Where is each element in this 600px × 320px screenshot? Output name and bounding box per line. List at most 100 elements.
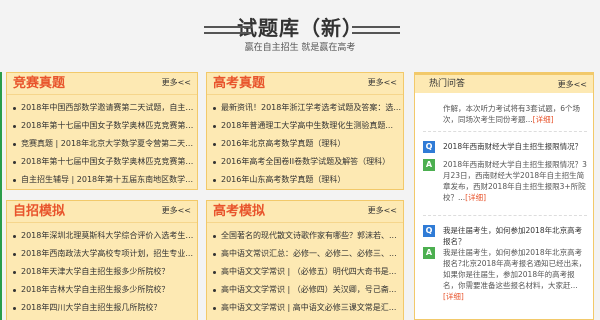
- panel-header: 热门问答 更多<<: [415, 75, 593, 93]
- more-link[interactable]: 更多<<: [368, 78, 397, 88]
- answer-body: 我是往届考生，如何参加2018年北京高考报名?北京2018年高考报名通知已经出来…: [443, 248, 587, 290]
- list-item[interactable]: 2018年西南政法大学高校专项计划，招生专业...: [7, 245, 197, 263]
- qa-answer: 作解，本次听力考试将有3套试题，6个场次，同场次考生同份考题...[详细]: [423, 103, 587, 125]
- article-list: 全国著名的现代散文诗歌作家有哪些？郭沫若、... 高中语文常识汇总：必修一、必修…: [207, 227, 403, 317]
- panel-title: 高考模拟: [213, 204, 266, 219]
- question-icon: Q: [423, 225, 435, 237]
- list-item-label: 2018年第十七届中国女子数学奥林匹克竞赛第二...: [21, 157, 197, 166]
- list-item-label: 2018年深圳北理莫斯科大学综合评价入选考生名...: [21, 231, 197, 240]
- list-item[interactable]: 2018年深圳北理莫斯科大学综合评价入选考生名...: [7, 227, 197, 245]
- list-item[interactable]: 2018年第十七届中国女子数学奥林匹克竞赛第二...: [7, 153, 197, 171]
- bullet-icon: [213, 125, 216, 128]
- bullet-icon: [13, 289, 16, 292]
- list-item[interactable]: 高中语文文学常识 | （必修五）明代四大奇书是...: [207, 263, 403, 281]
- panel-header: 自招模拟 更多<<: [7, 201, 197, 223]
- list-item-label: 2018年西南政法大学高校专项计划，招生专业...: [21, 249, 193, 258]
- question-text: 我是往届考生，如何参加2018年北京高考报名？: [443, 226, 583, 246]
- page-header: 试题库（新） 赢在自主招生 就是赢在高考: [0, 0, 600, 62]
- list-item-label: 2016年山东高考数学真题（理科）: [221, 175, 346, 184]
- list-item[interactable]: 2016年高考全国卷II卷数学试题及解答（理科）: [207, 153, 403, 171]
- bullet-icon: [13, 107, 16, 110]
- list-item-label: 2016年高考全国卷II卷数学试题及解答（理科）: [221, 157, 391, 166]
- list-item-label: 高中语文文学常识 | （必修五）明代四大奇书是...: [221, 267, 397, 276]
- list-item-label: 竞赛真题 | 2018年北京大学数学夏令营第二天测...: [21, 139, 197, 148]
- list-item-label: 自主招生辅导 | 2018年第十五届东南地区数学奥...: [21, 175, 197, 184]
- bullet-icon: [13, 253, 16, 256]
- list-item-label: 高中语文文学常识 | （必修四）关汉卿，号己斋...: [221, 285, 397, 294]
- list-item-label: 2018年天津大学自主招生报多少所院校？: [21, 267, 170, 276]
- list-item-label: 2018年中国西部数学邀请赛第二天试题，自主招...: [21, 103, 197, 112]
- list-item-label: 全国著名的现代散文诗歌作家有哪些？郭沫若、...: [221, 231, 397, 240]
- list-item[interactable]: 竞赛真题 | 2018年北京大学数学夏令营第二天测...: [7, 135, 197, 153]
- answer-body: 作解，本次听力考试将有3套试题，6个场次，同场次考生同份考题...: [443, 104, 581, 124]
- bullet-icon: [213, 143, 216, 146]
- list-item-label: 高中语文文学常识 | 高中语文必修三课文常是汇...: [221, 303, 397, 312]
- left-accent-bar: [0, 72, 2, 320]
- bullet-icon: [213, 235, 216, 238]
- detail-link[interactable]: [详细]: [443, 292, 464, 301]
- list-item[interactable]: 2018年吉林大学自主招生报多少所院校？: [7, 281, 197, 299]
- answer-icon: A: [423, 159, 435, 171]
- bullet-icon: [213, 271, 216, 274]
- bullet-icon: [213, 179, 216, 182]
- list-item[interactable]: 自主招生辅导 | 2018年第十五届东南地区数学奥...: [7, 171, 197, 189]
- page-title: 试题库（新）: [237, 16, 363, 40]
- more-link[interactable]: 更多<<: [162, 206, 191, 216]
- bullet-icon: [13, 307, 16, 310]
- answer-text: 2018年西南财经大学自主招生报限情况？3月23日，西南财经大学2018年自主招…: [423, 159, 587, 203]
- panel-competition: 竞赛真题 更多<< 2018年中国西部数学邀请赛第二天试题，自主招... 201…: [6, 72, 198, 190]
- list-item-label: 2018年四川大学自主招生报几所院校？: [21, 303, 162, 312]
- title-decoration-left: [204, 26, 252, 34]
- answer-icon: A: [423, 247, 435, 259]
- list-item[interactable]: 2016年山东高考数学真题（理科）: [207, 171, 403, 189]
- more-link[interactable]: 更多<<: [162, 78, 191, 88]
- list-item[interactable]: 全国著名的现代散文诗歌作家有哪些？郭沫若、...: [207, 227, 403, 245]
- list-item-label: 2018年普通理工大学高中生数理化生测验真题...: [221, 121, 393, 130]
- bullet-icon: [13, 271, 16, 274]
- bullet-icon: [13, 179, 16, 182]
- detail-link[interactable]: [详细]: [465, 193, 486, 202]
- panel-header: 高考真题 更多<<: [207, 73, 403, 95]
- list-item-label: 高中语文常识汇总：必修一、必修二、必修三、...: [221, 249, 397, 258]
- list-item[interactable]: 2018年第十七届中国女子数学奥林匹克竞赛第一...: [7, 117, 197, 135]
- list-item-label: 2016年北京高考数学真题（理科）: [221, 139, 346, 148]
- title-wrap: 试题库（新）: [0, 16, 600, 40]
- article-list: 2018年中国西部数学邀请赛第二天试题，自主招... 2018年第十七届中国女子…: [7, 99, 197, 189]
- panel-title: 高考真题: [213, 76, 266, 91]
- list-item[interactable]: 2016年北京高考数学真题（理科）: [207, 135, 403, 153]
- qa-answer: A 我是往届考生，如何参加2018年北京高考报名?北京2018年高考报名通知已经…: [423, 247, 587, 302]
- divider: [423, 131, 587, 132]
- qa-answer: A 2018年西南财经大学自主招生报限情况？3月23日，西南财经大学2018年自…: [423, 159, 587, 203]
- list-item[interactable]: 2018年四川大学自主招生报几所院校？: [7, 299, 197, 317]
- more-link[interactable]: 更多<<: [558, 80, 587, 90]
- answer-text: 作解，本次听力考试将有3套试题，6个场次，同场次考生同份考题...[详细]: [423, 103, 587, 125]
- article-list: 最新资讯！2018年浙江学考选考试题及答案：选... 2018年普通理工大学高中…: [207, 99, 403, 189]
- bullet-icon: [213, 289, 216, 292]
- panel-header: 高考模拟 更多<<: [207, 201, 403, 223]
- divider: [423, 215, 587, 216]
- bullet-icon: [13, 125, 16, 128]
- more-link[interactable]: 更多<<: [368, 206, 397, 216]
- panel-title: 竞赛真题: [13, 76, 66, 91]
- page-subtitle: 赢在自主招生 就是赢在高考: [244, 43, 356, 53]
- list-item[interactable]: 2018年天津大学自主招生报多少所院校？: [7, 263, 197, 281]
- qa-question[interactable]: Q 我是往届考生，如何参加2018年北京高考报名？: [423, 225, 587, 247]
- bullet-icon: [13, 235, 16, 238]
- panel-title: 热门问答: [429, 79, 466, 89]
- title-decoration-right: [352, 26, 400, 34]
- question-icon: Q: [423, 141, 435, 153]
- list-item[interactable]: 最新资讯！2018年浙江学考选考试题及答案：选...: [207, 99, 403, 117]
- article-list: 2018年深圳北理莫斯科大学综合评价入选考生名... 2018年西南政法大学高校…: [7, 227, 197, 317]
- list-item[interactable]: 2018年中国西部数学邀请赛第二天试题，自主招...: [7, 99, 197, 117]
- list-item[interactable]: 高中语文常识汇总：必修一、必修二、必修三、...: [207, 245, 403, 263]
- list-item[interactable]: 2018年普通理工大学高中生数理化生测验真题...: [207, 117, 403, 135]
- list-item[interactable]: 高中语文文学常识 | （必修四）关汉卿，号己斋...: [207, 281, 403, 299]
- panel-title: 自招模拟: [13, 204, 66, 219]
- bullet-icon: [213, 161, 216, 164]
- qa-question[interactable]: Q 2018年西南财经大学自主招生报限情况？: [423, 141, 587, 153]
- bullet-icon: [213, 253, 216, 256]
- list-item-label: 2018年吉林大学自主招生报多少所院校？: [21, 285, 170, 294]
- detail-link[interactable]: [详细]: [533, 115, 554, 124]
- list-item[interactable]: 高中语文文学常识 | 高中语文必修三课文常是汇...: [207, 299, 403, 317]
- list-item-label: 最新资讯！2018年浙江学考选考试题及答案：选...: [221, 103, 401, 112]
